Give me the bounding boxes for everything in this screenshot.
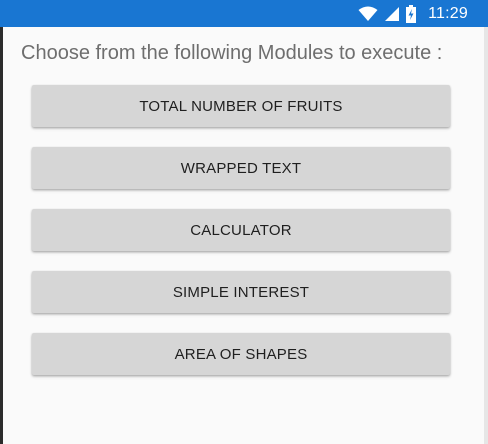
status-bar: 11:29 [0,0,488,27]
window-edge [484,0,488,444]
module-button-list: TOTAL NUMBER OF FRUITS WRAPPED TEXT CALC… [32,85,450,395]
status-time: 11:29 [428,4,468,22]
battery-charging-icon [406,4,417,23]
status-icons: 11:29 [358,0,468,27]
signal-icon [384,6,400,22]
total-number-of-fruits-button[interactable]: TOTAL NUMBER OF FRUITS [32,85,450,127]
app-screen: 11:29 Choose from the following Modules … [0,0,488,444]
calculator-button[interactable]: CALCULATOR [32,209,450,251]
simple-interest-button[interactable]: SIMPLE INTEREST [32,271,450,313]
area-of-shapes-button[interactable]: AREA OF SHAPES [32,333,450,375]
window-edge [0,0,3,444]
page-heading: Choose from the following Modules to exe… [21,42,443,64]
wrapped-text-button[interactable]: WRAPPED TEXT [32,147,450,189]
wifi-icon [358,6,378,22]
